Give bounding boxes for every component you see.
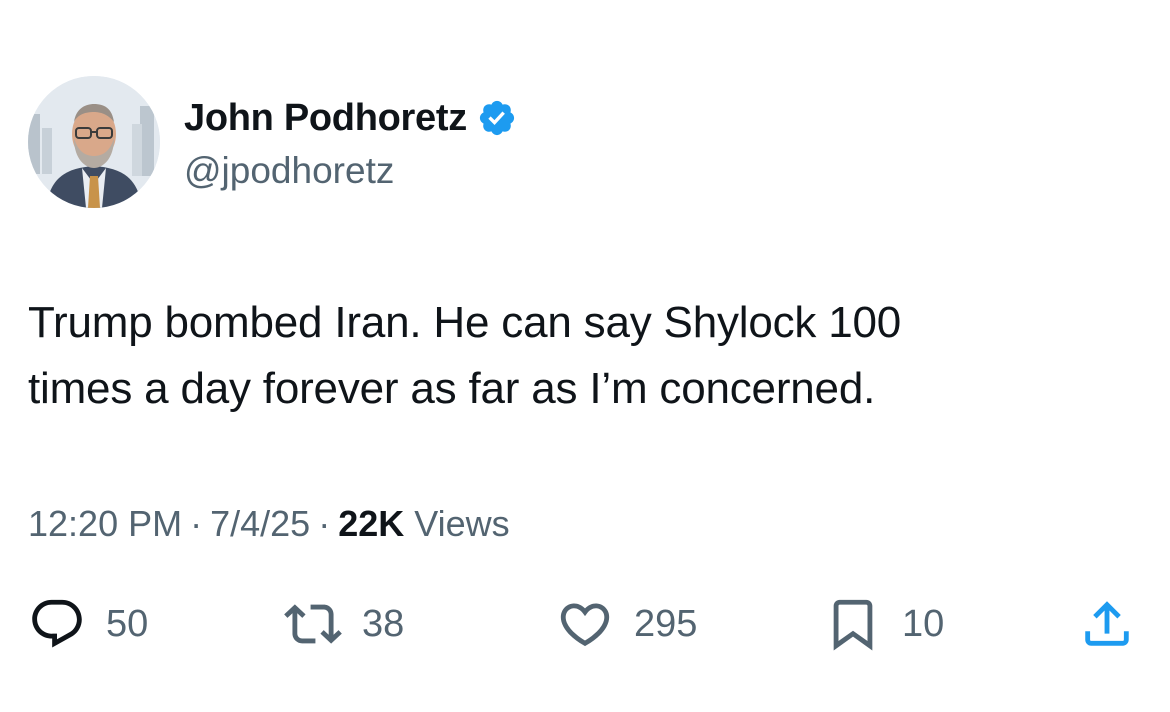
tweet-card: John Podhoretz @jpodhoretz Trump bombed … xyxy=(0,0,1170,712)
avatar[interactable] xyxy=(28,76,160,208)
author-name-row: John Podhoretz xyxy=(184,94,517,142)
tweet-text-line: times a day forever as far as I’m concer… xyxy=(28,364,876,413)
repost-count: 38 xyxy=(362,603,405,645)
tweet-text-line: Trump bombed Iran. He can say Shylock 10… xyxy=(28,298,902,347)
share-button[interactable] xyxy=(1078,592,1136,656)
author-handle[interactable]: @jpodhoretz xyxy=(184,148,394,194)
repost-button[interactable]: 38 xyxy=(284,592,404,656)
meta-separator: · xyxy=(190,503,203,544)
tweet-text: Trump bombed Iran. He can say Shylock 10… xyxy=(28,290,1128,422)
tweet-meta: 12:20 PM · 7/4/25 · 22K Views xyxy=(28,500,510,548)
reply-button[interactable]: 50 xyxy=(28,592,148,656)
heart-icon xyxy=(560,603,610,647)
like-count: 295 xyxy=(634,603,698,645)
meta-separator: · xyxy=(318,503,331,544)
share-upload-icon xyxy=(1085,601,1129,646)
tweet-time[interactable]: 12:20 PM xyxy=(28,503,182,544)
bookmark-count: 10 xyxy=(902,603,945,645)
bookmark-button[interactable]: 10 xyxy=(824,592,944,656)
author-display-name[interactable]: John Podhoretz xyxy=(184,94,467,142)
like-button[interactable]: 295 xyxy=(556,592,697,656)
avatar-photo xyxy=(28,76,160,208)
views-label: Views xyxy=(414,503,510,544)
bookmark-icon xyxy=(833,599,873,651)
reply-count: 50 xyxy=(106,603,149,645)
tweet-date[interactable]: 7/4/25 xyxy=(210,503,310,544)
speech-bubble-icon xyxy=(32,599,82,648)
views-count[interactable]: 22K xyxy=(338,503,404,544)
repost-arrows-icon xyxy=(284,604,342,644)
action-bar: 50 38 295 10 xyxy=(0,592,1170,656)
verified-badge-icon[interactable] xyxy=(477,98,517,138)
